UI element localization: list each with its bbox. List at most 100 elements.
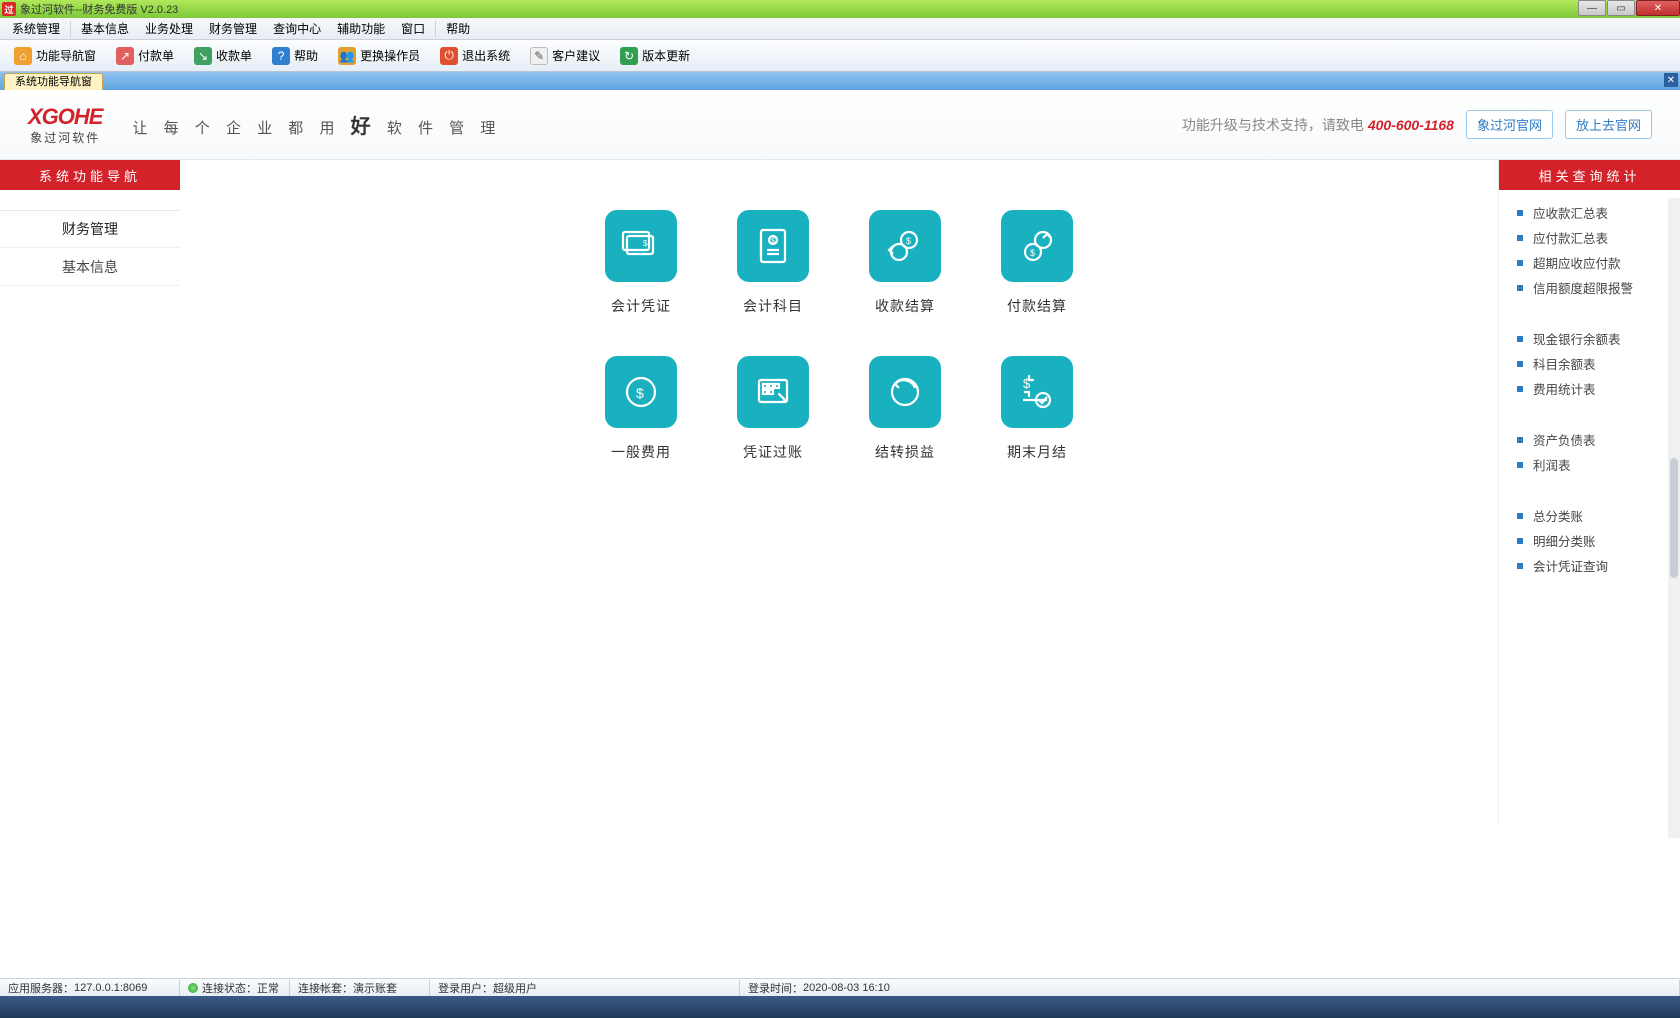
expense-icon: $	[621, 372, 661, 412]
close-button[interactable]: ✕	[1636, 0, 1680, 16]
tile-recv-settle[interactable]: $ 收款结算	[869, 210, 941, 316]
sidebar-item-basic[interactable]: 基本信息	[0, 248, 180, 286]
tile-expense[interactable]: $ 一般费用	[605, 356, 677, 462]
right-panel-header: 相关查询统计	[1499, 160, 1680, 190]
main-area: 系统功能导航 财务管理 基本信息 $ 会计凭证 $ 会计科目 $ 收款结算 $ …	[0, 160, 1680, 826]
menu-bar: 系统管理 基本信息 业务处理 财务管理 查询中心 辅助功能 窗口 帮助	[0, 18, 1680, 40]
center-panel: $ 会计凭证 $ 会计科目 $ 收款结算 $ 付款结算 $ 一般费用	[180, 160, 1498, 826]
receive-settle-icon: $	[885, 226, 925, 266]
exit-icon: ⏻	[440, 47, 458, 65]
os-taskbar	[0, 996, 1680, 1018]
toolbar-exit-button[interactable]: ⏻退出系统	[432, 42, 518, 70]
toolbar-switch-button[interactable]: 👥更换操作员	[330, 42, 428, 70]
pay-settle-icon: $	[1017, 226, 1057, 266]
window-title: 象过河软件--财务免费版 V2.0.23	[20, 1, 178, 17]
status-conn-label: 连接状态：	[202, 980, 257, 996]
svg-text:$: $	[643, 239, 648, 248]
left-panel-header: 系统功能导航	[0, 160, 180, 190]
link-profit[interactable]: 利润表	[1517, 452, 1666, 477]
scrollbar-thumb[interactable]	[1670, 458, 1678, 578]
status-acct-label: 连接帐套：	[298, 980, 353, 996]
switch-user-icon: 👥	[338, 47, 356, 65]
upload-site-button[interactable]: 放上去官网	[1565, 110, 1652, 139]
toolbar-recv-button[interactable]: ↘收款单	[186, 42, 260, 70]
official-site-button[interactable]: 象过河官网	[1466, 110, 1553, 139]
toolbar-pay-button[interactable]: ↗付款单	[108, 42, 182, 70]
status-bar: 应用服务器： 127.0.0.1:8069 连接状态： 正常 连接帐套： 演示账…	[0, 978, 1680, 996]
link-credit-alarm[interactable]: 信用额度超限报警	[1517, 275, 1666, 300]
logo-text: XGOHE	[28, 104, 102, 130]
toolbar: ⌂功能导航窗 ↗付款单 ↘收款单 ?帮助 👥更换操作员 ⏻退出系统 ✎客户建议 …	[0, 40, 1680, 72]
link-detail-ledger[interactable]: 明细分类账	[1517, 528, 1666, 553]
menu-help[interactable]: 帮助	[438, 19, 478, 39]
link-cash-balance[interactable]: 现金银行余额表	[1517, 326, 1666, 351]
link-balance-sheet[interactable]: 资产负债表	[1517, 427, 1666, 452]
tab-close-button[interactable]: ✕	[1664, 73, 1678, 87]
svg-text:$: $	[771, 238, 775, 245]
status-server: 127.0.0.1:8069	[74, 982, 147, 994]
posting-icon	[753, 372, 793, 412]
voucher-icon: $	[621, 226, 661, 266]
receive-icon: ↘	[194, 47, 212, 65]
menu-business[interactable]: 业务处理	[137, 19, 201, 39]
toolbar-update-button[interactable]: ↻版本更新	[612, 42, 698, 70]
status-user-label: 登录用户：	[438, 980, 493, 996]
status-time: 2020-08-03 16:10	[803, 982, 890, 994]
tile-transfer[interactable]: 结转损益	[869, 356, 941, 462]
transfer-icon	[885, 372, 925, 412]
menu-basic[interactable]: 基本信息	[73, 19, 137, 39]
help-icon: ?	[272, 47, 290, 65]
status-conn: 正常	[257, 980, 279, 996]
tile-subject[interactable]: $ 会计科目	[737, 210, 809, 316]
slogan: 让 每 个 企 业 都 用 好 软 件 管 理	[132, 110, 501, 139]
menu-window[interactable]: 窗口	[393, 19, 433, 39]
right-panel: 相关查询统计 应收款汇总表 应付款汇总表 超期应收应付款 信用额度超限报警 现金…	[1498, 160, 1680, 826]
support-text: 功能升级与技术支持，请致电 400-600-1168	[1182, 115, 1454, 135]
link-ar-summary[interactable]: 应收款汇总表	[1517, 200, 1666, 225]
window-controls: — ▭ ✕	[1578, 0, 1680, 16]
tile-close[interactable]: $ 期末月结	[1001, 356, 1073, 462]
tab-strip: 系统功能导航窗 ✕	[0, 72, 1680, 90]
link-voucher-query[interactable]: 会计凭证查询	[1517, 553, 1666, 578]
note-icon: ✎	[530, 47, 548, 65]
link-overdue[interactable]: 超期应收应付款	[1517, 250, 1666, 275]
link-subject-balance[interactable]: 科目余额表	[1517, 351, 1666, 376]
scrollbar-vertical[interactable]	[1668, 198, 1680, 838]
tile-posting[interactable]: 凭证过账	[737, 356, 809, 462]
svg-text:$: $	[1030, 248, 1035, 258]
svg-text:$: $	[906, 236, 911, 246]
minimize-button[interactable]: —	[1578, 0, 1606, 16]
status-server-label: 应用服务器：	[8, 980, 74, 996]
logo: XGOHE 象过河软件	[28, 104, 102, 146]
month-close-icon: $	[1017, 372, 1057, 412]
status-user: 超级用户	[493, 980, 537, 996]
left-panel: 系统功能导航 财务管理 基本信息	[0, 160, 180, 826]
menu-finance[interactable]: 财务管理	[201, 19, 265, 39]
home-icon: ⌂	[14, 47, 32, 65]
toolbar-suggest-button[interactable]: ✎客户建议	[522, 42, 608, 70]
tile-voucher[interactable]: $ 会计凭证	[605, 210, 677, 316]
svg-text:$: $	[636, 385, 644, 401]
link-expense-stats[interactable]: 费用统计表	[1517, 376, 1666, 401]
title-bar: 过 象过河软件--财务免费版 V2.0.23 — ▭ ✕	[0, 0, 1680, 18]
status-time-label: 登录时间：	[748, 980, 803, 996]
toolbar-nav-button[interactable]: ⌂功能导航窗	[6, 42, 104, 70]
maximize-button[interactable]: ▭	[1607, 0, 1635, 16]
update-icon: ↻	[620, 47, 638, 65]
toolbar-help-button[interactable]: ?帮助	[264, 42, 326, 70]
link-ap-summary[interactable]: 应付款汇总表	[1517, 225, 1666, 250]
status-acct: 演示账套	[353, 980, 397, 996]
logo-subtitle: 象过河软件	[28, 129, 102, 146]
book-icon: $	[753, 226, 793, 266]
app-icon: 过	[2, 2, 16, 16]
link-general-ledger[interactable]: 总分类账	[1517, 503, 1666, 528]
sidebar-item-finance[interactable]: 财务管理	[0, 210, 180, 248]
menu-system[interactable]: 系统管理	[4, 19, 68, 39]
menu-aux[interactable]: 辅助功能	[329, 19, 393, 39]
tile-pay-settle[interactable]: $ 付款结算	[1001, 210, 1073, 316]
tab-nav[interactable]: 系统功能导航窗	[4, 73, 103, 90]
menu-query[interactable]: 查询中心	[265, 19, 329, 39]
support-phone: 400-600-1168	[1368, 117, 1454, 133]
status-led-icon	[188, 983, 198, 993]
pay-icon: ↗	[116, 47, 134, 65]
